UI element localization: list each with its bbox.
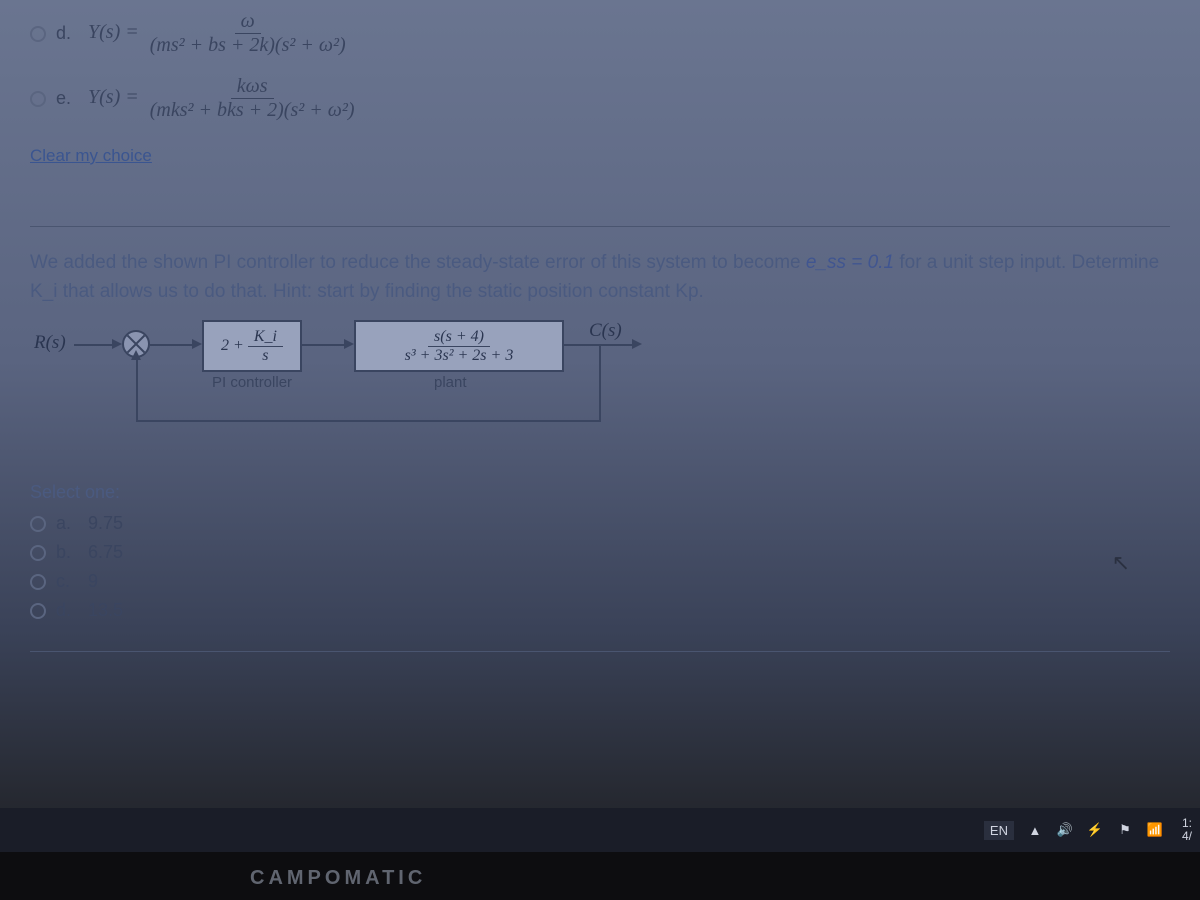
battery-icon[interactable]: ⚡ <box>1086 821 1104 839</box>
clear-choice-link[interactable]: Clear my choice <box>30 146 152 166</box>
radio-d[interactable] <box>30 26 46 42</box>
pi-block: 2 + K_i s <box>202 320 302 372</box>
output-label: C(s) <box>589 320 622 342</box>
formula-d: Y(s) = ω (ms² + bs + 2k)(s² + ω²) <box>88 10 352 57</box>
fb-v2 <box>136 358 138 422</box>
arrow-head-icon <box>192 339 202 349</box>
q1-option-e[interactable]: e. Y(s) = kωs (mks² + bks + 2)(s² + ω²) <box>30 75 1170 122</box>
question-2: We added the shown PI controller to redu… <box>30 226 1170 652</box>
block-diagram: R(s) 2 + K_i s PI controller s(s + 4) s³… <box>34 324 1170 454</box>
pi-label: PI controller <box>212 374 292 391</box>
arrow-2 <box>302 344 346 346</box>
q1-option-d[interactable]: d. Y(s) = ω (ms² + bs + 2k)(s² + ω²) <box>30 10 1170 57</box>
brand-logo: CAMPOMATIC <box>250 867 426 890</box>
q2-text: We added the shown PI controller to redu… <box>30 249 1170 306</box>
option-letter: e. <box>56 88 80 109</box>
arrow-head-up-icon <box>131 350 141 360</box>
radio-e[interactable] <box>30 91 46 107</box>
flag-icon[interactable]: ⚑ <box>1116 821 1134 839</box>
q2-option-a[interactable]: a. 9.75 <box>30 513 1170 534</box>
network-icon[interactable]: 📶 <box>1146 821 1164 839</box>
language-indicator[interactable]: EN <box>984 821 1014 840</box>
formula-e: Y(s) = kωs (mks² + bks + 2)(s² + ω²) <box>88 75 361 122</box>
arrow-head-icon <box>112 339 122 349</box>
q2-option-b[interactable]: b. 6.75 <box>30 542 1170 563</box>
plant-block: s(s + 4) s³ + 3s² + 2s + 3 <box>354 320 564 372</box>
arrow-head-icon <box>632 339 642 349</box>
sound-icon[interactable]: 🔊 <box>1056 821 1074 839</box>
input-label: R(s) <box>34 332 66 354</box>
clock[interactable]: 1: 4/ <box>1182 817 1192 843</box>
cursor-icon: ↖ <box>1112 550 1130 576</box>
laptop-bezel <box>0 852 1200 900</box>
option-letter: d. <box>56 23 80 44</box>
arrow-in <box>74 344 114 346</box>
q2-option-c[interactable]: c. 9 <box>30 571 1170 592</box>
quiz-content: d. Y(s) = ω (ms² + bs + 2k)(s² + ω²) e. … <box>0 0 1200 662</box>
arrow-1 <box>150 344 194 346</box>
tray-up-icon[interactable]: ▲ <box>1026 821 1044 839</box>
q2-options: Select one: a. 9.75 b. 6.75 c. 9 d. 13.5 <box>30 482 1170 621</box>
select-one-label: Select one: <box>30 482 1170 503</box>
q2-option-d[interactable]: d. 13.5 <box>30 600 1170 621</box>
radio-d2[interactable] <box>30 603 46 619</box>
fb-h <box>136 420 601 422</box>
plant-label: plant <box>434 374 467 391</box>
arrow-head-icon <box>344 339 354 349</box>
radio-a[interactable] <box>30 516 46 532</box>
taskbar: EN ▲ 🔊 ⚡ ⚑ 📶 1: 4/ <box>0 808 1200 852</box>
fb-v1 <box>599 344 601 422</box>
radio-c[interactable] <box>30 574 46 590</box>
radio-b[interactable] <box>30 545 46 561</box>
